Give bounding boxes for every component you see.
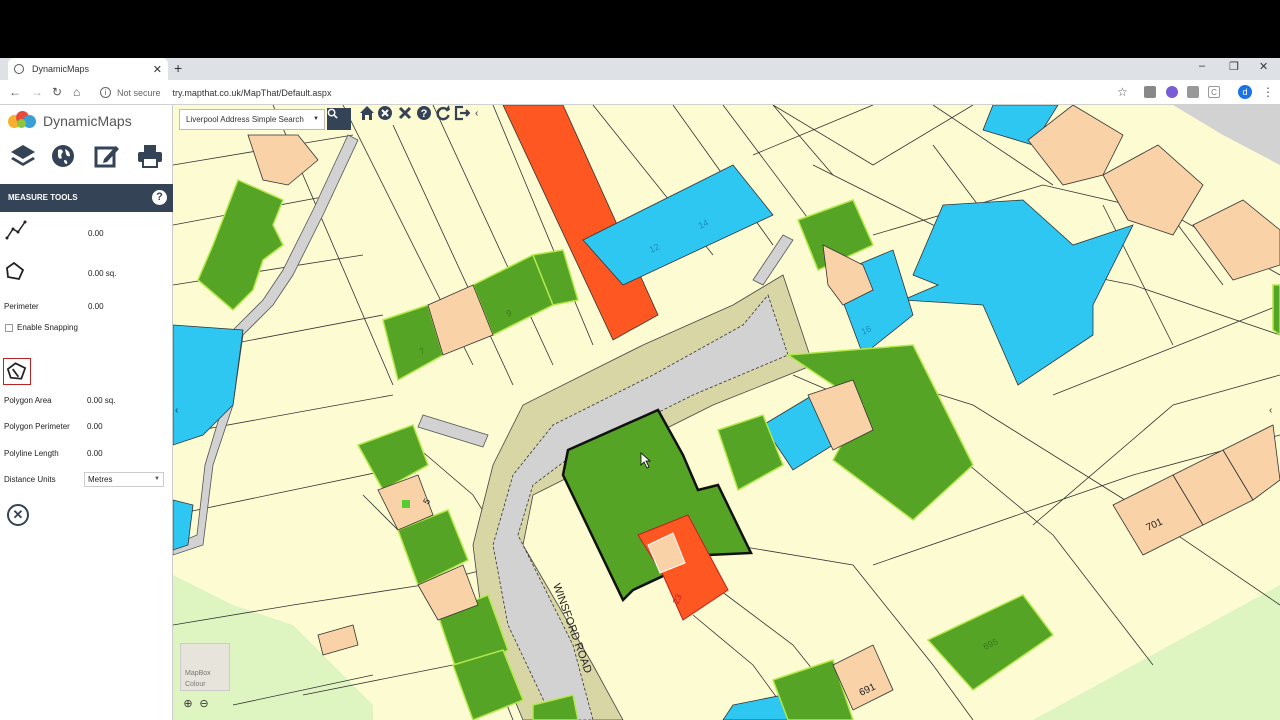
area-measure-value: 0.00 sq.	[88, 269, 117, 278]
app-logo: DynamicMaps	[8, 111, 132, 131]
reload-icon[interactable]: ↻	[52, 85, 62, 99]
logo-mark	[8, 111, 40, 131]
window-close-button[interactable]: ✕	[1259, 60, 1268, 73]
distance-units-value: Metres	[88, 475, 113, 484]
polygon-perimeter-value: 0.00	[87, 422, 103, 431]
browser-tab[interactable]: DynamicMaps ✕	[8, 58, 168, 80]
side-panel: DynamicMaps MEASURE TOOLS ? 0.00 0.00 sq…	[0, 105, 173, 720]
measure-tools-title: MEASURE TOOLS	[8, 193, 78, 202]
peach-parcels	[247, 105, 1280, 711]
polyline-length-label: Polyline Length	[4, 449, 59, 458]
home-icon[interactable]	[359, 105, 375, 121]
globe-icon	[14, 64, 24, 74]
address-search-select[interactable]: Liverpool Address Simple Search ▼	[179, 109, 325, 130]
edit-icon[interactable]	[94, 143, 120, 169]
expand-right-panel-icon[interactable]: ‹	[1269, 405, 1272, 416]
basemap-switcher[interactable]: MapBox Colour	[180, 643, 230, 691]
address-bar-row: ← → ↻ ⌂ i Not secure try.mapthat.co.uk/M…	[0, 80, 1280, 105]
help-icon[interactable]: ?	[152, 190, 167, 205]
green-parcels	[197, 178, 1280, 720]
logout-icon[interactable]	[454, 105, 470, 121]
forward-icon[interactable]: →	[31, 85, 43, 99]
snapping-checkbox[interactable]	[5, 324, 13, 332]
map-view[interactable]: WINSFORD ROAD 701 691 5 7 9 12 14 16 23 …	[173, 105, 1280, 720]
help-circle-icon[interactable]: ?	[416, 105, 432, 121]
snapping-label: Enable Snapping	[17, 323, 78, 332]
screen: DynamicMaps ✕ + – ❐ ✕ ← → ↻ ⌂ i Not secu…	[0, 0, 1280, 720]
distance-units-select[interactable]: Metres ▼	[84, 472, 164, 487]
browser-tab-bar: DynamicMaps ✕ + – ❐ ✕	[0, 58, 1280, 80]
polygon-tool-button[interactable]	[3, 358, 31, 385]
logo-dot	[17, 119, 26, 128]
menu-icon[interactable]: ⋮	[1262, 85, 1274, 99]
tab-close-icon[interactable]: ✕	[153, 63, 162, 76]
refresh-icon[interactable]	[435, 105, 451, 121]
url-text: try.mapthat.co.uk/MapThat/Default.aspx	[172, 87, 332, 98]
close-icon[interactable]	[397, 105, 413, 121]
search-icon	[327, 108, 338, 119]
bookmark-star-icon[interactable]: ☆	[1117, 85, 1128, 99]
search-placeholder: Liverpool Address Simple Search	[186, 115, 304, 124]
location-marker	[402, 500, 410, 508]
chevron-down-icon: ▼	[154, 476, 160, 482]
measure-tools-header: MEASURE TOOLS ?	[0, 184, 173, 212]
extension-icon[interactable]: C	[1208, 86, 1220, 98]
info-icon[interactable]: i	[100, 87, 111, 98]
url-field[interactable]: i Not secure try.mapthat.co.uk/MapThat/D…	[94, 82, 1134, 103]
tab-title: DynamicMaps	[32, 64, 90, 74]
chevron-down-icon: ▼	[313, 116, 319, 122]
minimize-button[interactable]: –	[1199, 60, 1205, 72]
home-icon[interactable]: ⌂	[73, 85, 80, 99]
polyline-length-value: 0.00	[87, 449, 103, 458]
layers-icon[interactable]	[10, 143, 36, 169]
basemap-label: MapBox Colour	[185, 670, 211, 688]
print-icon[interactable]	[137, 143, 163, 169]
polygon-area-value: 0.00 sq.	[87, 396, 116, 405]
expand-left-panel-icon[interactable]: ‹	[175, 405, 178, 416]
cancel-circle-icon[interactable]	[377, 105, 393, 121]
extension-icon[interactable]	[1187, 86, 1199, 98]
clear-measure-button[interactable]: ✕	[7, 504, 29, 526]
back-icon[interactable]: ←	[9, 85, 21, 99]
map-canvas[interactable]: WINSFORD ROAD 701 691 5 7 9 12 14 16 23 …	[173, 105, 1280, 720]
perimeter-value: 0.00	[88, 302, 104, 311]
extension-icon[interactable]	[1166, 86, 1178, 98]
extension-icon[interactable]	[1144, 86, 1156, 98]
polygon-area-label: Polygon Area	[4, 396, 52, 405]
zoom-in-icon[interactable]: ⊕	[181, 697, 195, 711]
maximize-button[interactable]: ❐	[1229, 60, 1239, 73]
security-label: Not secure	[117, 87, 161, 98]
area-measure-icon[interactable]	[4, 260, 26, 282]
collapse-toolbar-icon[interactable]: ‹	[475, 108, 478, 119]
line-measure-icon[interactable]	[5, 219, 27, 241]
perimeter-label: Perimeter	[4, 302, 39, 311]
profile-avatar[interactable]: d	[1238, 85, 1252, 99]
svg-text:?: ?	[421, 108, 428, 120]
polygon-perimeter-label: Polygon Perimeter	[4, 422, 70, 431]
zoom-out-icon[interactable]: ⊖	[197, 697, 211, 711]
logo-text: DynamicMaps	[43, 113, 132, 129]
distance-units-label: Distance Units	[4, 475, 56, 484]
line-measure-value: 0.00	[88, 229, 104, 238]
polygon-icon	[6, 362, 27, 380]
new-tab-button[interactable]: +	[174, 60, 182, 76]
search-button[interactable]	[327, 108, 351, 130]
globe-icon[interactable]	[50, 143, 76, 169]
